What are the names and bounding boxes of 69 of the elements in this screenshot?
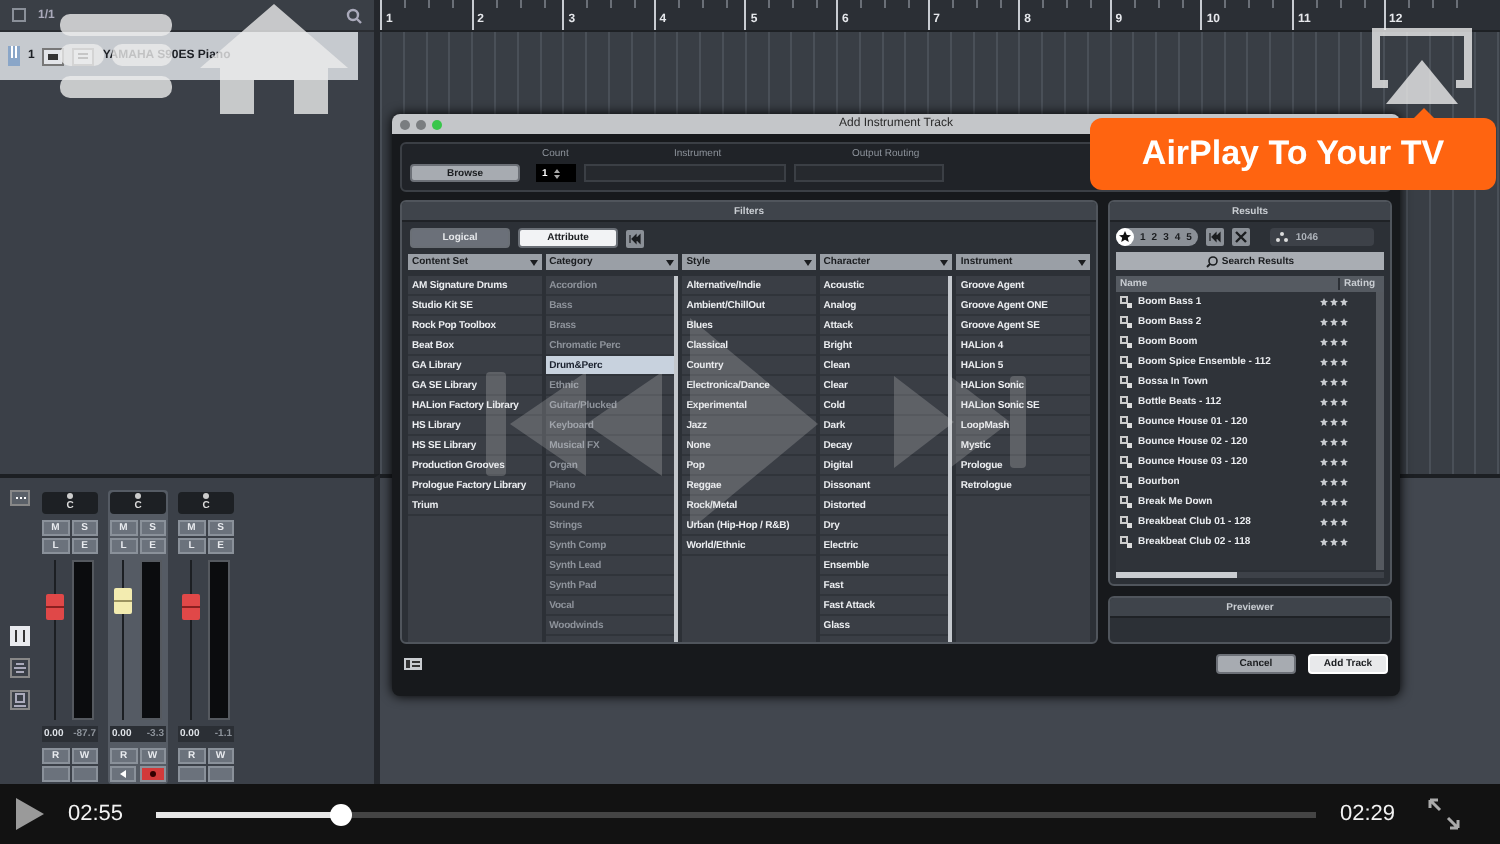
fader-handle[interactable]	[46, 593, 64, 620]
reset-icon[interactable]	[626, 229, 644, 247]
remaining-time: 02:29	[1340, 802, 1398, 826]
rating-stars[interactable]	[1320, 498, 1348, 506]
hierarchy-icon	[1275, 232, 1288, 242]
tooltip-pointer	[1412, 108, 1436, 120]
reset-icon[interactable]	[1205, 228, 1224, 246]
preset-icon	[1120, 456, 1132, 468]
preset-icon	[1120, 476, 1132, 488]
more-icon[interactable]	[10, 490, 30, 506]
preset-icon	[1120, 296, 1132, 308]
minimize-dot[interactable]	[416, 119, 426, 129]
fader-handle[interactable]	[114, 587, 132, 614]
pan-icon	[66, 492, 74, 501]
dropdown-icon[interactable]	[666, 259, 675, 265]
elapsed-time: 02:55	[68, 802, 126, 826]
sends-icon[interactable]	[10, 658, 30, 678]
rating-stars[interactable]	[1320, 378, 1348, 386]
play-icon[interactable]	[690, 318, 818, 530]
rating-stars[interactable]	[1320, 478, 1348, 486]
rating-stars[interactable]	[1320, 438, 1348, 446]
keyboard-icon	[8, 46, 20, 66]
rating-stars[interactable]	[1320, 398, 1348, 406]
seek-handle[interactable]	[330, 803, 353, 825]
preset-icon	[1120, 416, 1132, 428]
monitor-button[interactable]	[110, 766, 136, 782]
star-icon[interactable]	[1116, 228, 1134, 246]
dropdown-icon[interactable]	[803, 259, 812, 265]
play-icon[interactable]	[16, 798, 44, 830]
close-dot[interactable]	[400, 119, 410, 129]
layout-icon[interactable]	[404, 658, 422, 670]
preset-icon	[1120, 536, 1132, 548]
search-icon[interactable]	[346, 7, 362, 23]
panel-icon[interactable]	[12, 8, 26, 22]
home-icon[interactable]	[200, 4, 348, 114]
dropdown-icon[interactable]	[529, 259, 538, 265]
rating-stars[interactable]	[1320, 418, 1348, 426]
preset-icon	[1120, 356, 1132, 368]
preset-icon	[1120, 436, 1132, 448]
preset-icon	[1120, 396, 1132, 408]
preset-icon	[1120, 336, 1132, 348]
faders-icon[interactable]	[10, 626, 30, 646]
inserts-icon[interactable]	[10, 690, 30, 710]
preset-icon	[1120, 496, 1132, 508]
airplay-tooltip: AirPlay To Your TV	[1090, 118, 1496, 190]
preset-icon	[1120, 316, 1132, 328]
dropdown-icon[interactable]	[1077, 259, 1086, 265]
fullscreen-icon[interactable]	[1428, 798, 1460, 830]
dropdown-icon[interactable]	[940, 259, 949, 265]
mute-icon[interactable]	[42, 47, 65, 65]
rating-stars[interactable]	[1320, 538, 1348, 546]
fader-handle[interactable]	[182, 593, 200, 620]
pan-icon	[202, 492, 210, 501]
rating-stars[interactable]	[1320, 338, 1348, 346]
rating-stars[interactable]	[1320, 518, 1348, 526]
fast-forward-icon[interactable]	[894, 376, 1026, 468]
output-routing-field[interactable]	[794, 164, 944, 182]
search-icon	[1205, 255, 1218, 267]
record-button[interactable]	[139, 766, 165, 782]
rating-stars[interactable]	[1320, 358, 1348, 366]
instrument-field[interactable]	[584, 164, 786, 182]
preset-icon	[1120, 516, 1132, 528]
preset-icon	[1120, 376, 1132, 388]
rating-stars[interactable]	[1320, 458, 1348, 466]
spinner-icon[interactable]	[553, 167, 560, 179]
pan-icon	[134, 492, 142, 501]
rating-stars[interactable]	[1320, 298, 1348, 306]
rating-stars[interactable]	[1320, 318, 1348, 326]
zoom-dot[interactable]	[432, 119, 442, 129]
